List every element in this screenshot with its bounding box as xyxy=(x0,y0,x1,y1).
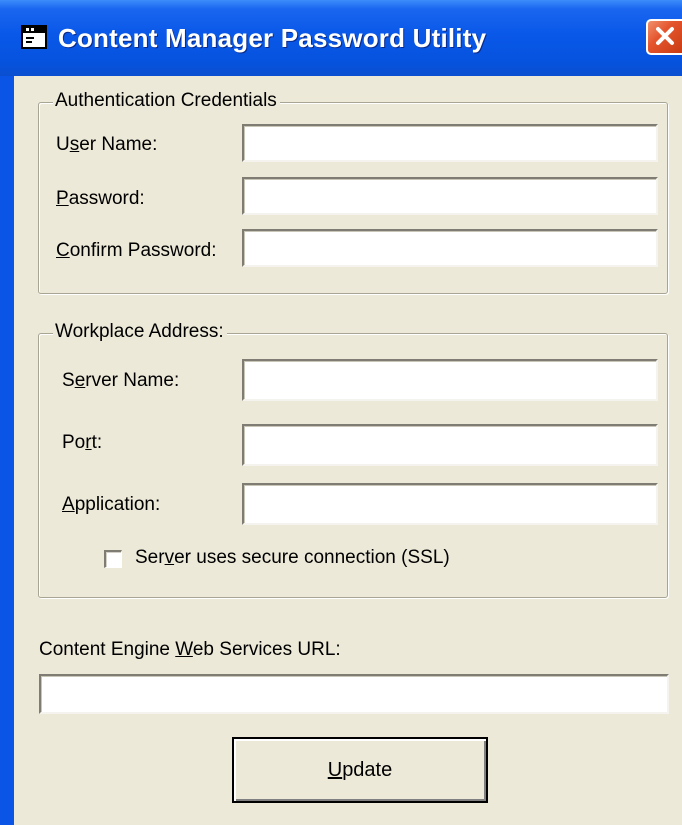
ssl-checkbox-label[interactable]: Server uses secure connection (SSL) xyxy=(135,546,450,570)
close-x-icon xyxy=(656,27,674,45)
ssl-checkbox[interactable] xyxy=(104,550,122,568)
dialog-client-area: Authentication Credentials User Name: Pa… xyxy=(14,76,682,825)
auth-credentials-legend: Authentication Credentials xyxy=(53,90,280,112)
window-title: Content Manager Password Utility xyxy=(58,23,487,53)
password-label: Password: xyxy=(56,188,145,209)
password-input[interactable] xyxy=(242,177,658,215)
confirm-password-label: Confirm Password: xyxy=(56,240,217,261)
workplace-address-legend: Workplace Address: xyxy=(53,321,227,343)
user-name-input[interactable] xyxy=(242,124,658,162)
port-input[interactable] xyxy=(242,424,658,466)
ce-url-input[interactable] xyxy=(39,674,669,714)
window-app-icon xyxy=(21,25,47,49)
server-name-input[interactable] xyxy=(242,359,658,401)
user-name-label: User Name: xyxy=(56,134,158,155)
port-label: Port: xyxy=(62,432,103,453)
server-name-label: Server Name: xyxy=(62,370,180,391)
close-button[interactable] xyxy=(646,19,682,55)
ce-url-label: Content Engine Web Services URL: xyxy=(39,639,341,660)
application-input[interactable] xyxy=(242,483,658,525)
password-utility-window: Content Manager Password Utility Authent… xyxy=(0,0,682,825)
update-button[interactable]: Update xyxy=(232,737,488,803)
confirm-password-input[interactable] xyxy=(242,229,658,267)
title-bar[interactable]: Content Manager Password Utility xyxy=(0,0,682,76)
application-label: Application: xyxy=(62,494,161,515)
